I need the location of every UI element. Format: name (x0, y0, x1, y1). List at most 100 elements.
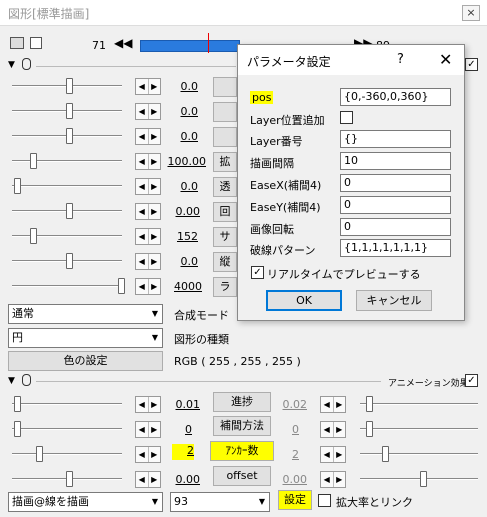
number-select[interactable]: 93 ▼ (170, 492, 270, 512)
spin-arrows[interactable]: ◀ ▶ (135, 203, 161, 220)
spin-arrows[interactable]: ◀ ▶ (320, 446, 346, 463)
spin-arrows[interactable]: ◀ ▶ (320, 421, 346, 438)
slider-mode-button[interactable]: ラ (213, 277, 237, 297)
collapse-triangle-icon[interactable]: ▼ (8, 60, 15, 70)
slider-track[interactable] (360, 478, 478, 480)
slider-mode-button[interactable] (213, 102, 237, 122)
slider-track[interactable] (12, 285, 122, 287)
slider-value[interactable]: 0.0 (158, 130, 199, 143)
slider-value[interactable]: 0.0 (158, 255, 199, 268)
slider-thumb[interactable] (14, 421, 21, 437)
slider-mode-button[interactable] (213, 127, 237, 147)
slider-mode-button[interactable]: サ (213, 227, 237, 247)
spin-arrows[interactable]: ◀ ▶ (135, 471, 161, 488)
slider-value[interactable]: 0.0 (158, 105, 199, 118)
slider-thumb[interactable] (30, 153, 37, 169)
timeline-bar[interactable] (140, 40, 240, 52)
slider-thumb[interactable] (366, 421, 373, 437)
slider-value[interactable]: 4000 (162, 280, 202, 293)
anim-end-value[interactable]: 0.00 (267, 473, 308, 486)
param-checkbox-layer-add[interactable] (340, 111, 353, 124)
spin-arrows[interactable]: ◀ ▶ (320, 471, 346, 488)
param-input-layer-number[interactable]: {} (340, 130, 451, 148)
slider-thumb[interactable] (66, 253, 73, 269)
slider-thumb[interactable] (366, 396, 373, 412)
slider-value[interactable]: 0.00 (160, 205, 201, 218)
anim-param-button[interactable]: offset (213, 466, 271, 486)
blend-mode-select[interactable]: 通常 ▼ (8, 304, 163, 324)
param-input-dash-pattern[interactable]: {1,1,1,1,1,1,1} (340, 239, 451, 257)
window-close-button[interactable]: × (462, 5, 480, 21)
slider-value[interactable]: 0.0 (158, 80, 199, 93)
slider-track[interactable] (360, 428, 478, 430)
help-icon[interactable]: ? (397, 52, 404, 67)
param-input-image-rotate[interactable]: 0 (340, 218, 451, 236)
slider-thumb[interactable] (14, 178, 21, 194)
spin-arrows[interactable]: ◀ ▶ (135, 446, 161, 463)
slider-track[interactable] (360, 453, 478, 455)
camera-icon[interactable] (30, 37, 42, 49)
anim-end-value[interactable]: 0 (259, 423, 299, 436)
param-input-ease-x[interactable]: 0 (340, 174, 451, 192)
anim-effect-checkbox[interactable]: ✓ (465, 374, 478, 387)
spin-arrows[interactable]: ◀ ▶ (135, 278, 161, 295)
slider-value[interactable]: 0.0 (158, 180, 199, 193)
slider-mode-button[interactable]: 透 (213, 177, 237, 197)
param-input-ease-y[interactable]: 0 (340, 196, 451, 214)
slider-thumb[interactable] (420, 471, 427, 487)
anim-value[interactable]: 0 (152, 423, 192, 436)
param-input-pos[interactable]: {0,-360,0,360} (340, 88, 451, 106)
anim-value[interactable]: 0.00 (160, 473, 201, 486)
effect-select[interactable]: 描画@線を描画 ▼ (8, 492, 163, 512)
slider-thumb[interactable] (66, 78, 73, 94)
slider-track[interactable] (12, 185, 122, 187)
slider-track[interactable] (12, 403, 122, 405)
slider-thumb[interactable] (66, 203, 73, 219)
spin-arrows[interactable]: ◀ ▶ (135, 396, 161, 413)
param-label-pos: pos (250, 91, 274, 104)
param-label-ease-y: EaseY(補間4) (250, 201, 321, 214)
slider-value[interactable]: 152 (158, 230, 198, 243)
spin-arrows[interactable]: ◀ ▶ (320, 396, 346, 413)
anim-value[interactable]: 0.01 (160, 398, 201, 411)
slider-track[interactable] (360, 403, 478, 405)
shape-type-select[interactable]: 円 ▼ (8, 328, 163, 348)
slider-track[interactable] (12, 428, 122, 430)
close-icon[interactable]: ✕ (439, 50, 452, 69)
slider-track[interactable] (12, 235, 122, 237)
slider-mode-button[interactable]: 縦 (213, 252, 237, 272)
realtime-preview-checkbox[interactable]: ✓ (251, 266, 264, 279)
param-input-draw-interval[interactable]: 10 (340, 152, 451, 170)
slider-thumb[interactable] (14, 396, 21, 412)
slider-thumb[interactable] (66, 471, 73, 487)
anim-end-value[interactable]: 0.02 (267, 398, 308, 411)
color-settings-button[interactable]: 色の設定 (8, 351, 163, 371)
rewind-icon[interactable]: ◀◀ (114, 36, 132, 50)
slider-track[interactable] (12, 453, 122, 455)
slider-thumb[interactable] (118, 278, 125, 294)
slider-value[interactable]: 100.00 (166, 155, 207, 168)
slider-thumb[interactable] (36, 446, 43, 462)
blend-mode-label: 合成モード (174, 309, 229, 322)
slider-thumb[interactable] (30, 228, 37, 244)
section-checkbox[interactable]: ✓ (465, 58, 478, 71)
param-label-draw-interval: 描画間隔 (250, 157, 294, 170)
link-scale-checkbox[interactable] (318, 494, 331, 507)
cancel-button[interactable]: キャンセル (356, 290, 432, 311)
slider-track[interactable] (12, 160, 122, 162)
slider-thumb[interactable] (382, 446, 389, 462)
ok-button[interactable]: OK (266, 290, 342, 311)
spin-arrows[interactable]: ◀ ▶ (135, 153, 161, 170)
anim-param-button[interactable]: 進捗 (213, 392, 271, 412)
slider-mode-button[interactable]: 拡 (213, 152, 237, 172)
anim-value[interactable]: 2 (172, 444, 194, 460)
collapse-triangle-icon[interactable]: ▼ (8, 376, 15, 386)
slider-mode-button[interactable]: 回 (213, 202, 237, 222)
slider-thumb[interactable] (66, 103, 73, 119)
settings-button[interactable]: 設定 (278, 490, 312, 510)
anim-end-value[interactable]: 2 (259, 448, 299, 461)
playhead[interactable] (208, 33, 209, 53)
slider-thumb[interactable] (66, 128, 73, 144)
preview-icon[interactable] (10, 37, 24, 49)
slider-mode-button[interactable] (213, 77, 237, 97)
